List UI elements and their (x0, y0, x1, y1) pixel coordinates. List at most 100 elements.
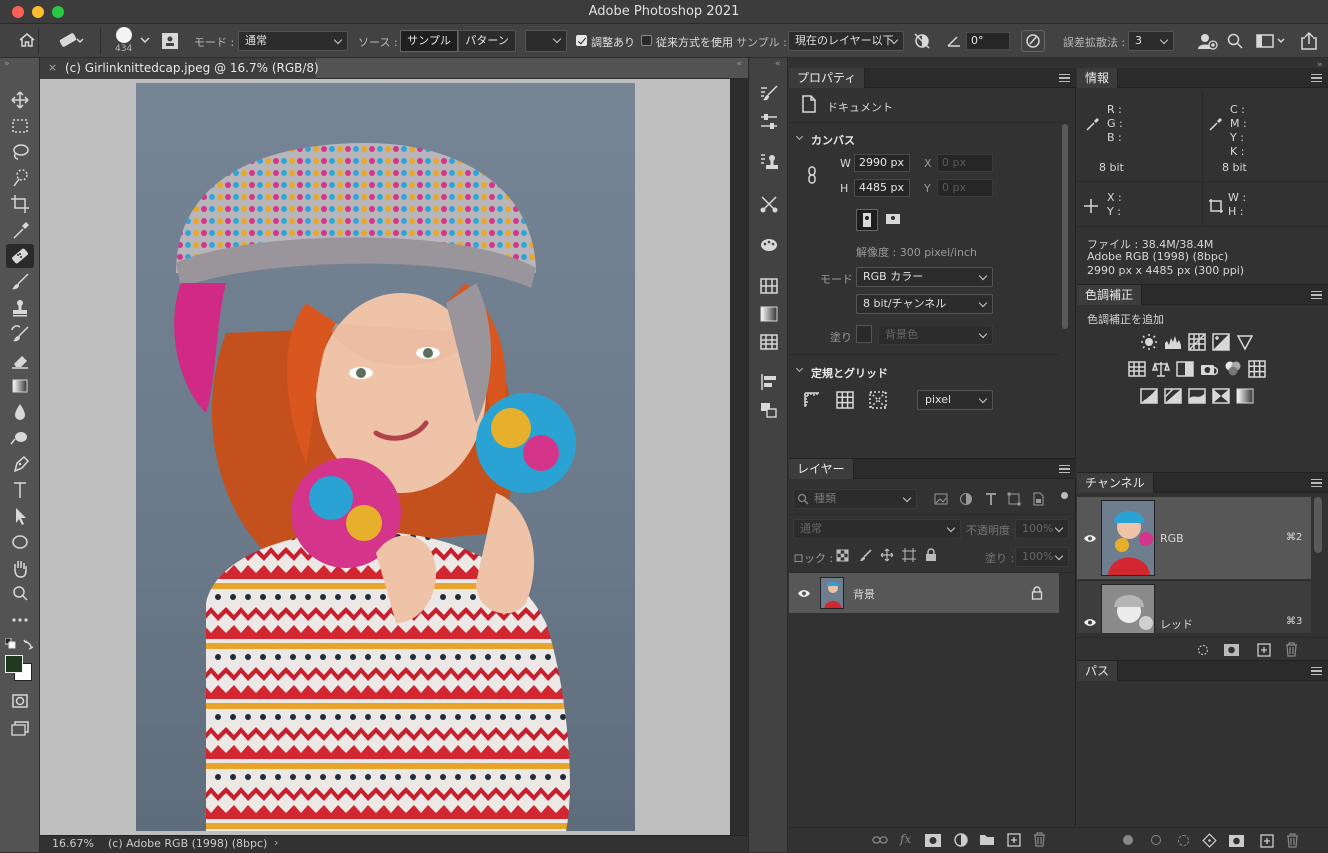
landscape-orientation-icon[interactable] (883, 209, 905, 231)
filter-toggle-icon[interactable] (1061, 492, 1068, 499)
pattern-picker[interactable] (525, 30, 567, 52)
aligned-checkbox[interactable] (576, 35, 587, 46)
pressure-size-icon[interactable] (1021, 30, 1045, 52)
brush-chevron-icon[interactable] (140, 36, 150, 44)
diffusion-select[interactable]: 3 (1128, 31, 1174, 51)
new-layer-icon[interactable] (1007, 833, 1021, 847)
hand-tool-icon[interactable] (6, 556, 34, 580)
grid-icon[interactable] (836, 391, 854, 409)
layer-style-icon[interactable]: fx (900, 832, 911, 846)
filter-smart-object-icon[interactable] (1031, 492, 1045, 506)
swap-colors-icon[interactable] (23, 638, 35, 650)
mode-select[interactable]: 通常 (238, 31, 348, 51)
fill-select[interactable]: 背景色 (878, 325, 993, 345)
clone-source-icon[interactable] (759, 152, 779, 172)
lasso-tool-icon[interactable] (6, 140, 34, 164)
pen-tool-icon[interactable] (6, 452, 34, 476)
search-icon[interactable] (1226, 32, 1244, 50)
opacity-input[interactable]: 100% (1015, 519, 1069, 539)
angle-input[interactable]: 0° (966, 32, 1010, 50)
color-mode-select[interactable]: RGB カラー (856, 267, 993, 287)
tab-layers[interactable]: レイヤー (789, 459, 854, 479)
channel-mixer-icon[interactable] (1224, 360, 1242, 378)
tab-paths[interactable]: パス (1077, 661, 1119, 681)
zoom-tool-icon[interactable] (6, 582, 34, 606)
collapse-right-panels-icon[interactable]: » (1317, 60, 1323, 70)
close-window-button[interactable] (12, 6, 24, 18)
color-lookup-icon[interactable] (1248, 360, 1266, 378)
load-channel-selection-icon[interactable] (1197, 644, 1209, 656)
brightness-contrast-icon[interactable] (1140, 333, 1158, 351)
new-channel-icon[interactable] (1257, 643, 1271, 657)
load-path-selection-icon[interactable] (1178, 835, 1189, 846)
properties-scrollbar[interactable] (1062, 124, 1068, 329)
gradients-icon[interactable] (759, 304, 779, 324)
height-input[interactable]: 4485 px (854, 179, 910, 197)
adjustments-strip-icon[interactable] (759, 276, 779, 296)
default-colors-icon[interactable] (5, 638, 17, 650)
document-image[interactable] (136, 83, 635, 831)
expand-panels-icon[interactable]: « (736, 59, 742, 69)
document-tab[interactable]: × (c) Girlinknittedcap.jpeg @ 16.7% (RGB… (40, 58, 319, 79)
link-dimensions-icon[interactable] (807, 166, 817, 184)
photo-filter-icon[interactable] (1200, 360, 1218, 378)
lock-transparent-icon[interactable] (836, 549, 849, 562)
quick-selection-tool-icon[interactable] (6, 166, 34, 190)
canvas-scrollbar[interactable] (730, 79, 748, 835)
delete-path-icon[interactable] (1286, 833, 1299, 848)
zoom-window-button[interactable] (52, 6, 64, 18)
clone-stamp-tool-icon[interactable] (6, 296, 34, 320)
sample-select[interactable]: 現在のレイヤー以下 (788, 31, 904, 51)
brushes-icon[interactable] (759, 112, 779, 132)
collapse-strip-icon[interactable]: « (775, 59, 781, 69)
channel-visibility-eye-icon[interactable] (1083, 618, 1097, 627)
move-tool-icon[interactable] (6, 88, 34, 112)
units-select[interactable]: pixel (917, 390, 993, 410)
ellipse-tool-icon[interactable] (6, 530, 34, 554)
brush-tool-icon[interactable] (6, 270, 34, 294)
color-palette-icon[interactable] (759, 234, 779, 254)
rulers-icon[interactable] (803, 391, 821, 409)
tab-info[interactable]: 情報 (1077, 68, 1119, 88)
layer-visibility-eye-icon[interactable] (797, 589, 811, 598)
new-group-icon[interactable] (979, 833, 995, 846)
exposure-icon[interactable] (1212, 333, 1230, 351)
layer-lock-icon[interactable] (1031, 586, 1043, 600)
filter-shape-icon[interactable] (1007, 492, 1021, 506)
vibrance-icon[interactable] (1236, 333, 1254, 351)
source-pattern-button[interactable]: パターン (458, 30, 516, 52)
paths-menu-icon[interactable] (1311, 667, 1322, 675)
source-sample-button[interactable]: サンプル (400, 30, 458, 52)
tab-channels[interactable]: チャンネル (1077, 473, 1154, 493)
adjustments-menu-icon[interactable] (1311, 291, 1322, 299)
info-menu-icon[interactable] (1311, 74, 1322, 82)
align-icon[interactable] (759, 372, 779, 392)
fill-swatch[interactable] (856, 325, 872, 343)
lock-position-icon[interactable] (880, 548, 894, 562)
posterize-icon[interactable] (1164, 387, 1182, 405)
save-selection-channel-icon[interactable] (1224, 644, 1239, 656)
workspace-icon[interactable] (1256, 33, 1286, 49)
arrange-icon[interactable] (759, 400, 779, 420)
width-input[interactable]: 2990 px (854, 154, 910, 172)
bit-depth-select[interactable]: 8 bit/チャンネル (856, 294, 993, 314)
ignore-adjustment-layers-icon[interactable] (913, 32, 931, 50)
zoom-level[interactable]: 16.67% (52, 837, 94, 850)
status-chevron-icon[interactable]: › (274, 836, 278, 849)
patterns-icon[interactable] (759, 332, 779, 352)
hue-saturation-icon[interactable] (1128, 360, 1146, 378)
portrait-orientation-icon[interactable] (856, 209, 878, 231)
tab-adjustments[interactable]: 色調補正 (1077, 285, 1143, 305)
cmyk-eyedropper-icon[interactable] (1208, 116, 1224, 132)
levels-icon[interactable] (1164, 333, 1182, 351)
filter-pixel-icon[interactable] (934, 492, 948, 506)
y-input[interactable]: 0 px (937, 179, 993, 197)
crop-tool-icon[interactable] (6, 192, 34, 216)
channel-row[interactable]: レッド ⌘3 (1077, 581, 1311, 633)
canvas-section-chevron-icon[interactable] (795, 132, 804, 141)
gradient-tool-icon[interactable] (6, 374, 34, 398)
lock-artboard-icon[interactable] (902, 548, 916, 562)
layer-name[interactable]: 背景 (853, 586, 875, 602)
guides-icon[interactable] (869, 391, 887, 409)
delete-channel-icon[interactable] (1285, 642, 1298, 657)
